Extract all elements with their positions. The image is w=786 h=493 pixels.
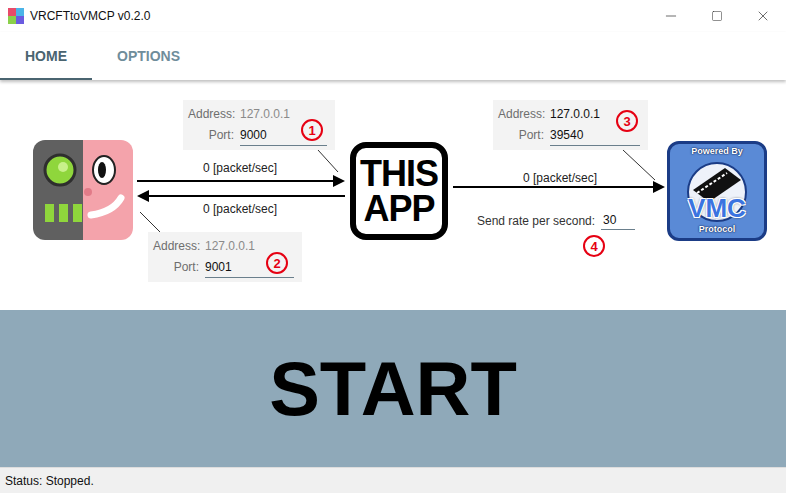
maximize-button[interactable] <box>694 0 740 32</box>
port-label: Port: <box>153 257 199 278</box>
flow-diagram: THISAPP Powered By VMC Protocol Address: 127.… <box>0 80 786 310</box>
packet-rate-value: 0 <box>203 161 210 175</box>
packet-rate: 0 [packet/sec] <box>180 201 300 217</box>
this-app-node: THISAPP <box>350 142 448 240</box>
packet-rate-value: 0 <box>203 202 210 216</box>
port-label: Port: <box>498 125 544 146</box>
vmc-node: Powered By VMC Protocol <box>667 141 767 241</box>
close-button[interactable] <box>740 0 786 32</box>
vrcft-logo-icon <box>33 140 133 240</box>
annotation-marker: 2 <box>266 252 288 274</box>
logo-line: APP <box>363 191 434 226</box>
this-app-logo: THISAPP <box>350 142 448 240</box>
packet-rate-unit: [packet/sec] <box>533 171 597 185</box>
address-label: Address: <box>498 104 544 125</box>
start-button[interactable]: START <box>0 310 786 467</box>
tab[interactable]: OPTIONS <box>92 32 205 80</box>
app-icon <box>8 8 24 24</box>
minimize-button[interactable] <box>648 0 694 32</box>
send-rate-field[interactable]: 30 <box>601 211 635 230</box>
window-title: VRCFTtoVMCP v0.2.0 <box>30 9 648 23</box>
send-rate: Send rate per second: 30 <box>477 211 635 230</box>
packet-rate-unit: [packet/sec] <box>213 161 277 175</box>
vmc-logo-top: Powered By <box>691 146 743 157</box>
status-bar: Status: Stopped. <box>0 467 786 493</box>
vmc-logo-main: VMC <box>688 194 746 222</box>
packet-rate-unit: [packet/sec] <box>213 202 277 216</box>
packet-rate-value: 0 <box>523 171 530 185</box>
port-label: Port: <box>188 125 234 146</box>
window-controls <box>648 0 786 32</box>
app-window: VRCFTtoVMCP v0.2.0 HOMEOPTIONS THISAPP Powe… <box>0 0 786 493</box>
packet-rate: 0 [packet/sec] <box>180 160 300 176</box>
annotation-marker: 4 <box>583 235 605 257</box>
address-label: Address: <box>188 104 234 125</box>
packet-rate: 0 [packet/sec] <box>500 170 620 186</box>
vmc-logo-bottom: Protocol <box>699 224 736 235</box>
endpoint-fields: Address:127.0.0.1Port:90001 <box>183 100 335 150</box>
address-field: 127.0.0.1 <box>240 104 327 125</box>
vmc-logo: Powered By VMC Protocol <box>667 141 767 241</box>
title-bar: VRCFTtoVMCP v0.2.0 <box>0 0 786 32</box>
logo-line: THIS <box>360 156 438 191</box>
tab[interactable]: HOME <box>0 32 92 80</box>
tab-bar: HOMEOPTIONS <box>0 32 786 80</box>
vrcft-node <box>33 140 133 244</box>
annotation-marker: 1 <box>301 119 323 141</box>
minimize-icon <box>663 8 679 24</box>
send-rate-label: Send rate per second: <box>477 214 595 228</box>
endpoint-fields: Address:127.0.0.1Port:90012 <box>148 232 302 282</box>
port-field[interactable]: 9001 <box>205 257 294 278</box>
close-icon <box>755 8 771 24</box>
maximize-icon <box>711 10 723 22</box>
annotation-marker: 3 <box>616 110 638 132</box>
vmc-logo-emblem: VMC <box>679 160 755 222</box>
address-label: Address: <box>153 236 199 257</box>
endpoint-fields: Address:127.0.0.1Port:395403 <box>493 100 648 150</box>
